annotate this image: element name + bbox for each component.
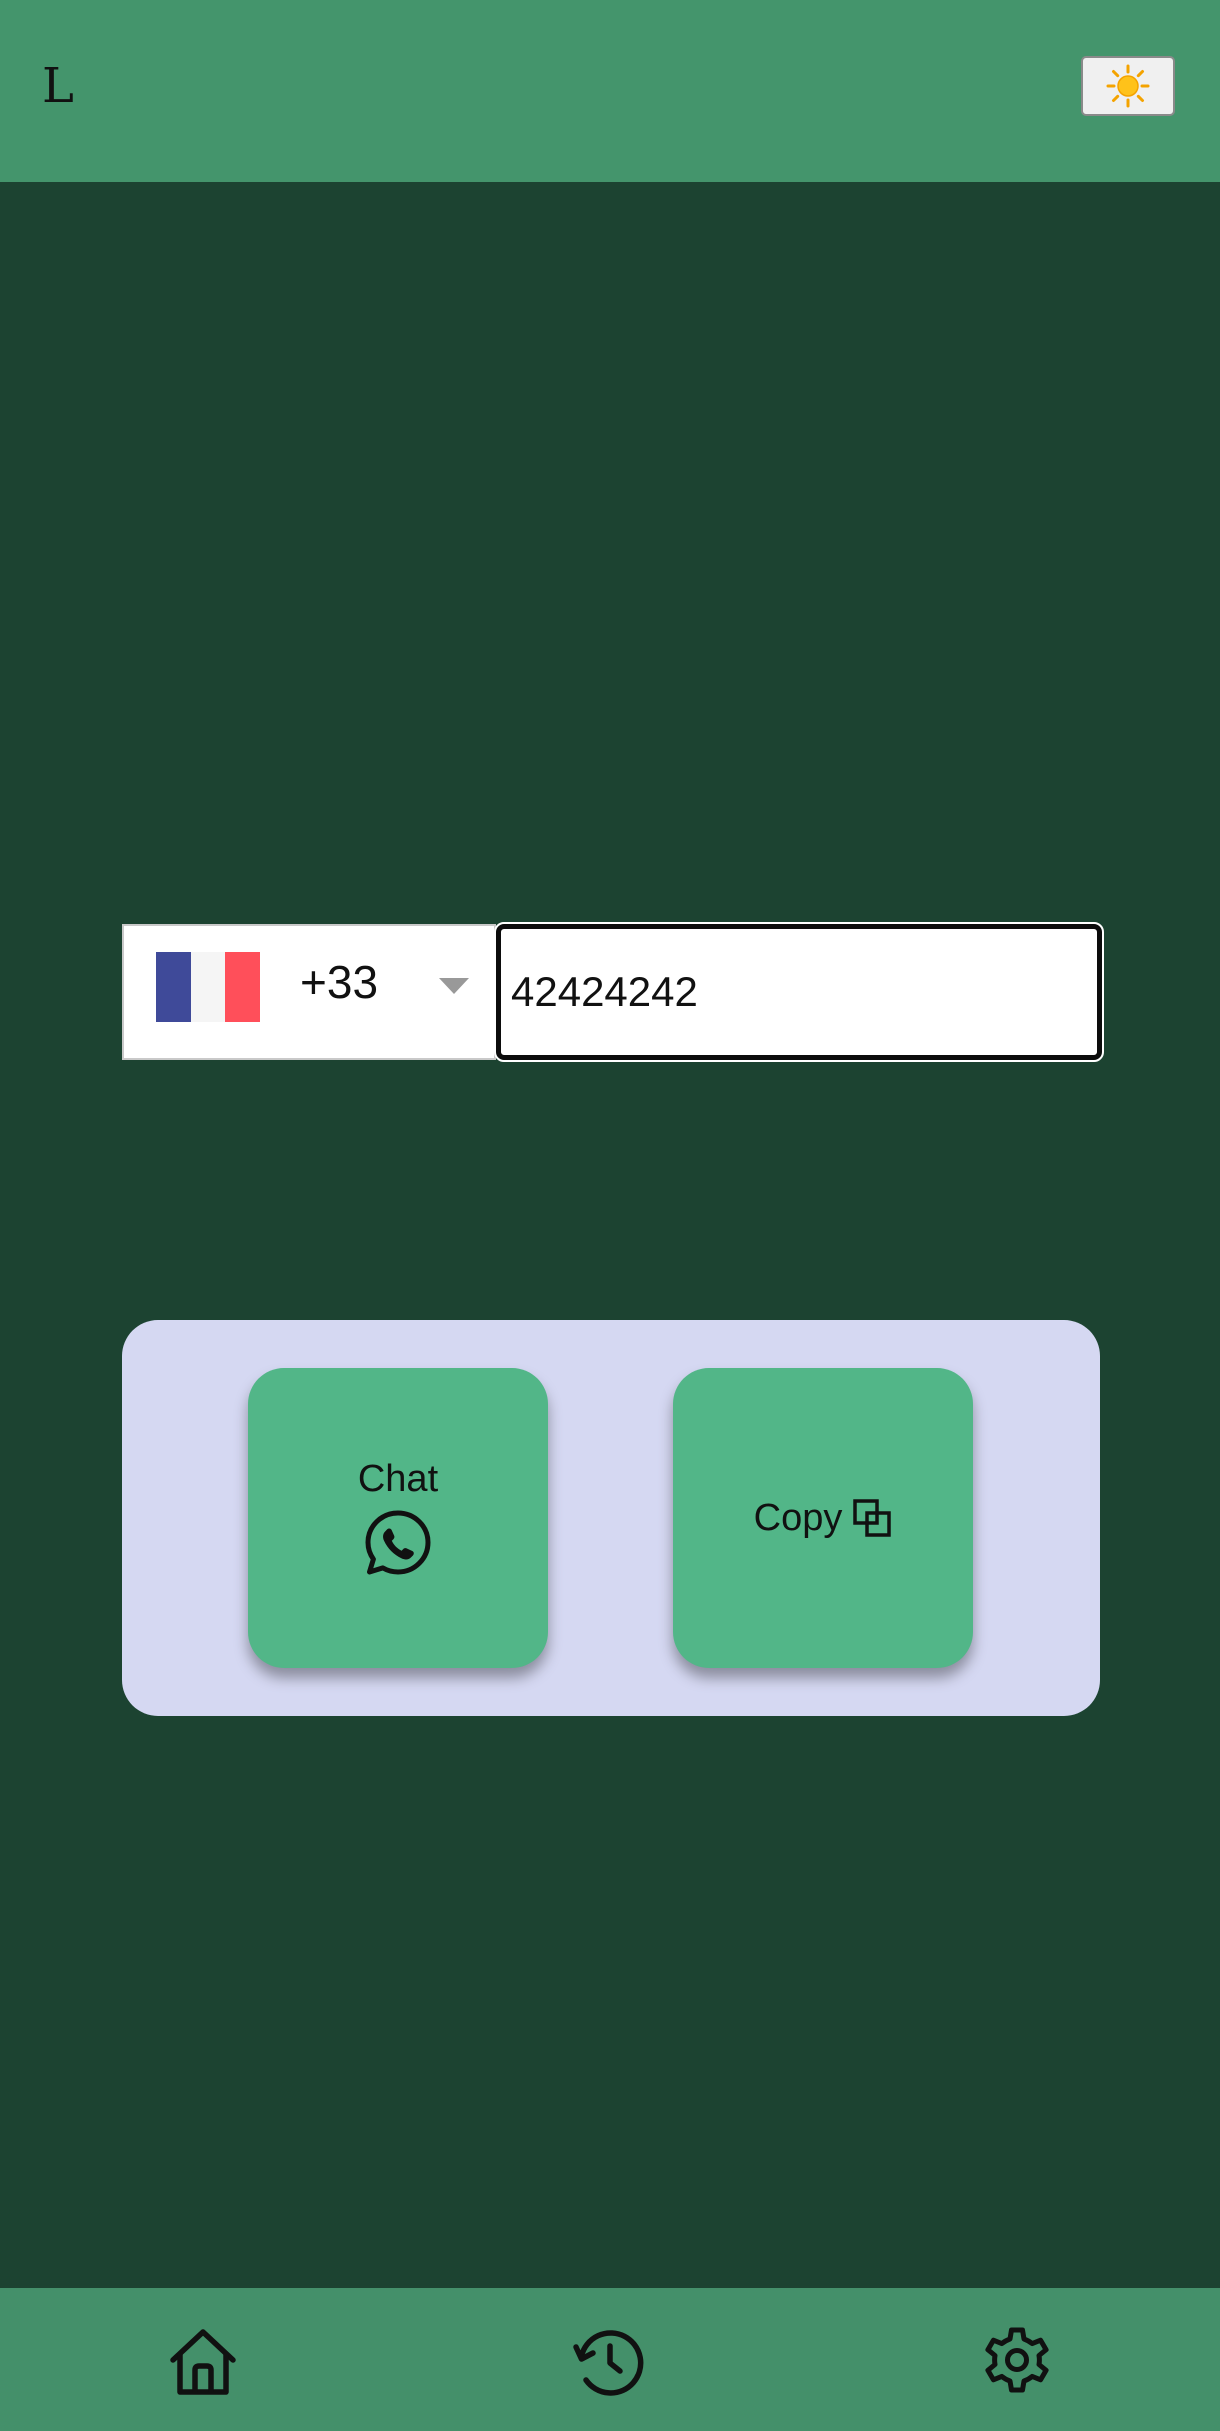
whatsapp-icon [365,1510,431,1574]
bottom-navigation [0,2288,1220,2431]
nav-home-button[interactable] [165,2324,241,2400]
settings-icon [985,2327,1049,2393]
theme-toggle-button[interactable] [1081,56,1175,116]
chat-button[interactable]: Chat [248,1368,548,1668]
chevron-down-icon [439,978,469,994]
copy-button[interactable]: Copy [673,1368,973,1668]
nav-history-button[interactable] [572,2324,648,2400]
app-logo: L [42,58,74,114]
dial-code: +33 [300,956,379,1008]
chat-button-label: Chat [357,1457,439,1500]
nav-settings-button[interactable] [979,2324,1055,2400]
country-code-select[interactable]: +33 [122,924,496,1060]
copy-button-label: Copy [753,1496,843,1539]
history-icon [573,2330,644,2396]
home-icon [170,2329,236,2395]
phone-number-input[interactable] [494,922,1104,1062]
action-panel: Chat Copy [122,1320,1100,1716]
app-header: L [0,0,1220,182]
sun-icon [1106,64,1150,108]
copy-icon [853,1499,892,1537]
phone-number-form: +33 [122,922,1104,1062]
france-flag-icon [156,952,261,1022]
